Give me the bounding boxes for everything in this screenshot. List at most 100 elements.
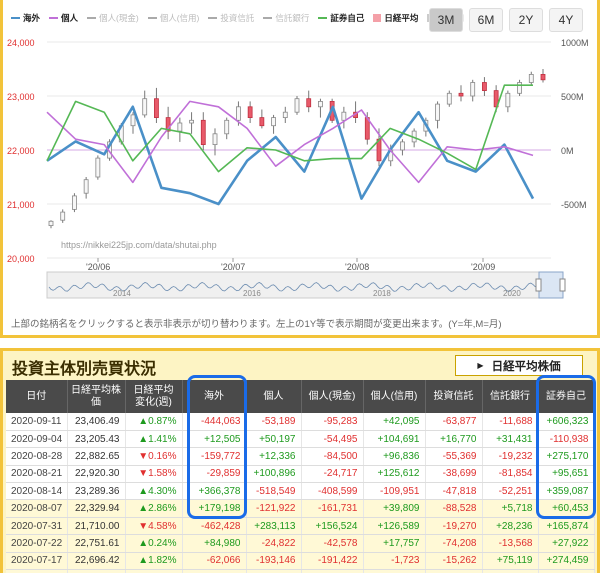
candle-body — [142, 98, 148, 116]
legend-item-5[interactable]: 信託銀行 — [263, 12, 309, 24]
table-cell: 2020-07-31 — [6, 517, 68, 536]
table-cell: -444,063 — [182, 413, 247, 431]
x-tick-label: '20/08 — [345, 262, 369, 272]
table-cell: -47,818 — [425, 482, 483, 501]
candle-body — [318, 101, 323, 108]
table-cell: -21,586 — [301, 569, 364, 573]
table-cell: +366,378 — [182, 482, 247, 501]
table-cell: 2020-07-10 — [6, 569, 68, 573]
legend-swatch-icon — [318, 17, 328, 19]
period-button-2y[interactable]: 2Y — [509, 8, 543, 32]
candle-body — [177, 122, 183, 132]
y-left-tick-label: 24,000 — [7, 38, 35, 48]
chart-panel: 24,000 23,000 22,000 21,000 20,000 1000M 500M 0… — [0, 0, 600, 338]
table-cell: -1,723 — [363, 552, 426, 571]
column-header: 個人 — [246, 380, 302, 413]
candle-body — [517, 82, 522, 94]
table-cell: +179,198 — [182, 499, 247, 518]
candle-body — [470, 82, 476, 97]
column-header-label: 投資信託 — [433, 390, 474, 402]
table-cell: -53,189 — [246, 413, 302, 431]
table-cell: +12,336 — [246, 447, 302, 466]
x-tick-label: '20/09 — [471, 262, 495, 272]
table-cell: +96,836 — [363, 447, 426, 466]
period-button-3m[interactable]: 3M — [429, 8, 463, 32]
candle-body — [528, 74, 534, 83]
column-header-label: 個人(信用) — [370, 390, 418, 402]
column-header: 個人(現金) — [301, 380, 364, 413]
investor-trading-table: 日付 日経平均株価 日経平均 変化(週) 海外 個人 個人(現金) 個人(信用) 投資信託 信託銀… — [6, 380, 595, 573]
table-cell: -95,283 — [301, 413, 364, 431]
legend-swatch-icon — [147, 17, 157, 19]
table-cell: ▲4.30% — [125, 482, 183, 501]
table-cell: -462,428 — [182, 517, 247, 536]
table-row: 2020-08-28 22,882.65 ▼0.16% -159,772 +12,336… — [6, 447, 595, 466]
legend-item-4[interactable]: 投資信託 — [208, 12, 254, 24]
legend-swatch-icon — [208, 17, 218, 19]
legend-item-0[interactable]: 海外 — [11, 12, 40, 24]
table-row: 2020-09-04 23,205.43 ▲1.41% +12,505 +50,197-… — [6, 430, 595, 449]
legend-item-1[interactable]: 個人 — [49, 12, 78, 24]
candle-body — [294, 98, 300, 113]
table-cell: -408,599 — [301, 482, 364, 501]
candle-body — [341, 111, 347, 121]
legend-item-6[interactable]: 証券自己 — [318, 12, 364, 24]
table-cell: -74,208 — [425, 534, 483, 553]
column-header-label: 個人 — [263, 390, 284, 402]
table-cell: ▲1.41% — [125, 430, 183, 449]
table-cell: -84,500 — [301, 447, 364, 466]
table-cell: -54,495 — [301, 430, 364, 449]
table-cell: +28,236 — [482, 517, 539, 536]
legend-label: 証券自己 — [330, 13, 365, 23]
y-right-tick-label: 500M — [561, 92, 584, 102]
candle-body — [435, 103, 440, 121]
period-button-6m[interactable]: 6M — [469, 8, 503, 32]
candle-body — [505, 92, 511, 108]
table-body: 2020-09-11 23,406.49 ▲0.87% -444,063 -53,189… — [6, 413, 595, 573]
candle-body — [540, 74, 546, 81]
y-left-tick-label: 23,000 — [7, 92, 35, 102]
legend-swatch-icon — [373, 14, 382, 22]
legend-label: 個人(信用) — [159, 13, 200, 23]
legend-item-7[interactable]: 日経平均 — [373, 12, 418, 24]
table-cell: 22,882.65 — [67, 447, 126, 466]
table-cell: -63,877 — [425, 413, 483, 431]
table-cell: -81,854 — [482, 465, 539, 484]
table-row: 2020-08-14 23,289.36 ▲4.30% +366,378 -518,54… — [6, 482, 595, 501]
column-header: 証券自己 — [538, 380, 595, 413]
navigator-year-label: 2014 — [113, 289, 131, 298]
table-cell: 23,406.49 — [67, 413, 126, 431]
table-cell: 2020-07-17 — [6, 552, 68, 571]
period-button-4y[interactable]: 4Y — [549, 8, 583, 32]
navigator-handle-right — [559, 278, 566, 292]
table-cell: +275,170 — [538, 447, 595, 466]
column-header: 日経平均株価 — [67, 380, 126, 413]
table-cell: ▼4.58% — [125, 517, 183, 536]
table-cell: -38,699 — [425, 465, 483, 484]
table-cell: 2020-07-22 — [6, 534, 68, 553]
table-cell: 22,920.30 — [67, 465, 126, 484]
table-cell: 2020-09-04 — [6, 430, 68, 449]
legend-item-2[interactable]: 個人(現金) — [87, 12, 139, 24]
candle-body — [48, 220, 54, 226]
legend-item-3[interactable]: 個人(信用) — [147, 12, 200, 24]
y-right-tick-label: -500M — [561, 200, 587, 210]
table-cell: -161,731 — [301, 499, 364, 518]
table-cell: +125,612 — [363, 465, 426, 484]
candle-body — [247, 106, 253, 119]
candle-body — [60, 211, 66, 221]
table-cell: 22,751.61 — [67, 534, 126, 553]
table-cell: +27,922 — [538, 534, 595, 553]
table-header-row: 日付 日経平均株価 日経平均 変化(週) 海外 個人 個人(現金) 個人(信用) 投資信託 信託銀… — [6, 380, 595, 413]
table-cell: +31,431 — [482, 430, 539, 449]
nikkei-average-button[interactable]: ▶ 日経平均株価 — [455, 355, 583, 376]
chart-legend: 海外個人個人(現金)個人(信用)投資信託信託銀行証券自己日経平均ドル円 — [11, 12, 464, 24]
navigator-selection — [538, 271, 564, 299]
table-cell: -109,951 — [363, 482, 426, 501]
table-cell: +75,119 — [482, 552, 539, 571]
table-cell: -110,938 — [538, 430, 595, 449]
candle-body — [72, 195, 77, 210]
table-cell: 23,289.36 — [67, 482, 126, 501]
legend-label: 信託銀行 — [275, 13, 310, 23]
table-cell: -159,772 — [182, 447, 247, 466]
